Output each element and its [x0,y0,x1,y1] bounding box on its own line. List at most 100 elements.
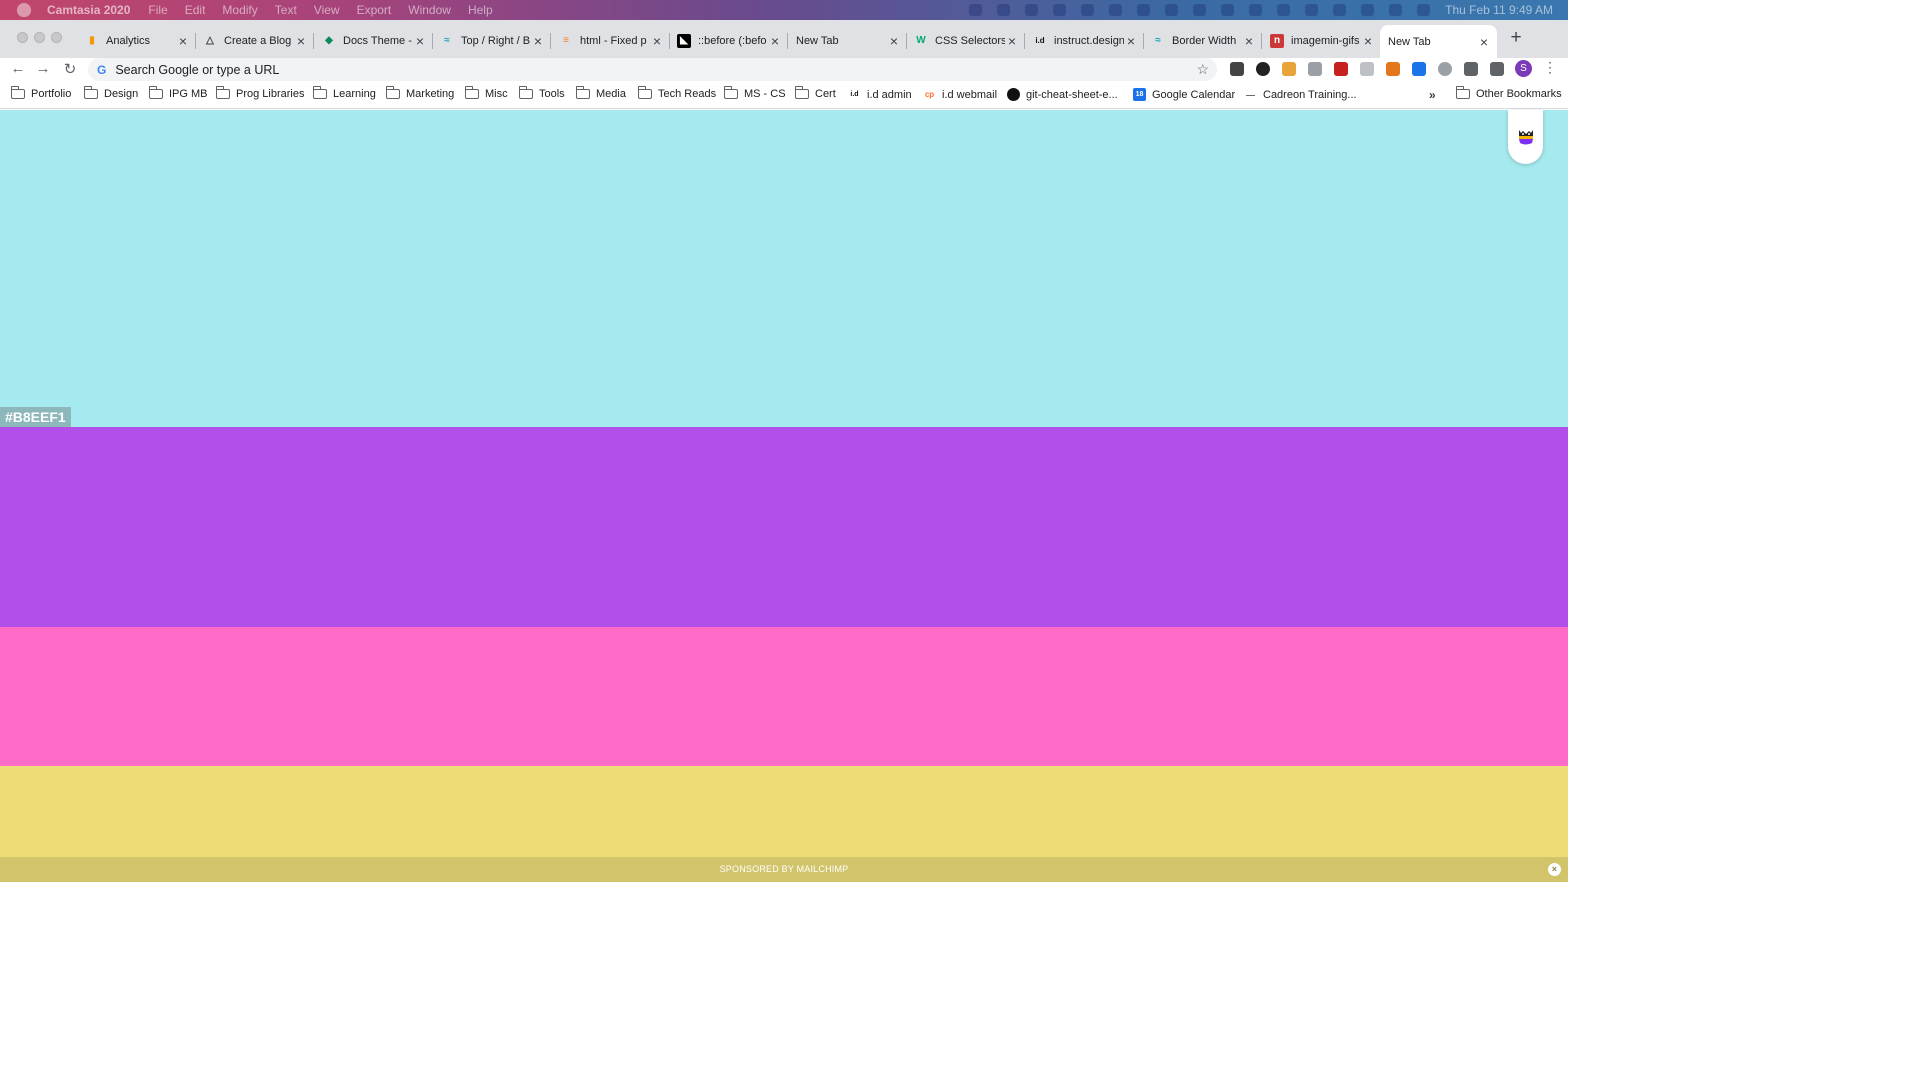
screenshot-extension-icon[interactable] [1360,62,1374,76]
color-stripe-1[interactable] [0,110,1568,427]
color-stripe-3[interactable] [0,627,1568,766]
volume-icon[interactable] [1221,4,1235,16]
bookmark-folder-cert[interactable]: Cert [794,86,836,100]
back-arrow-icon[interactable]: ← [8,60,28,77]
bookmark-folder-prog-libraries[interactable]: Prog Libraries [215,86,304,100]
skype-tray-icon[interactable] [1053,4,1067,16]
bookmark-id-admin[interactable]: i.d i.d admin [848,88,911,101]
menu-edit[interactable]: Edit [185,3,206,17]
address-bar[interactable]: G ☆ [88,58,1217,81]
close-icon[interactable]: × [176,33,190,49]
metamask-extension-icon[interactable] [1386,62,1400,76]
close-icon[interactable]: × [887,33,901,49]
extension-badge[interactable] [1508,110,1543,164]
bookmark-folder-ms-cs[interactable]: MS - CS [723,86,786,100]
bookmark-folder-learning[interactable]: Learning [312,86,376,100]
maximize-window-button[interactable] [51,32,62,43]
vue-devtools-icon[interactable] [1464,62,1478,76]
tab-create-a-blog[interactable]: △ Create a Blog × [197,25,314,56]
menubar-clock[interactable]: Thu Feb 11 9:49 AM [1445,3,1553,17]
tab-instruct-design[interactable]: i.d instruct.design × [1027,25,1144,56]
settings-tray-icon[interactable] [997,4,1011,16]
sponsor-banner[interactable]: SPONSORED BY MAILCHIMP × [0,857,1568,882]
close-icon[interactable]: × [1361,33,1375,49]
siri-icon[interactable] [1417,4,1431,16]
close-icon[interactable]: × [768,33,782,49]
sync-tray-icon[interactable] [1081,4,1095,16]
close-icon[interactable]: × [1005,33,1019,49]
menu-view[interactable]: View [314,3,340,17]
close-icon[interactable]: × [1477,34,1491,50]
close-window-button[interactable] [17,32,28,43]
camtasia-tray-icon[interactable] [969,4,983,16]
tab-top-right[interactable]: ≈ Top / Right / B × [434,25,551,56]
apple-icon[interactable] [17,3,31,17]
bookmarks-overflow-chevron[interactable]: » [1429,88,1436,102]
bookmark-folder-tech-reads[interactable]: Tech Reads [637,86,716,100]
tab-html-fixed[interactable]: ≡ html - Fixed p × [553,25,670,56]
bookmark-cadreon-training[interactable]: — Cadreon Training... [1244,88,1357,101]
profile-avatar[interactable]: S [1515,60,1532,77]
new-tab-button[interactable]: + [1506,27,1526,49]
menu-window[interactable]: Window [408,3,451,17]
menu-export[interactable]: Export [357,3,392,17]
bookmark-git-cheat-sheet[interactable]: git-cheat-sheet-e... [1007,88,1118,101]
close-icon[interactable]: × [413,33,427,49]
other-bookmarks-folder[interactable]: Other Bookmarks [1455,86,1562,100]
hex-code-label[interactable]: #B8EEF1 [0,407,71,427]
puzzle-extensions-icon[interactable] [1490,62,1504,76]
gear-tray-icon[interactable] [1137,4,1151,16]
menu-modify[interactable]: Modify [222,3,257,17]
pdf-extension-icon[interactable] [1334,62,1348,76]
menu-text[interactable]: Text [275,3,297,17]
close-icon[interactable]: × [531,33,545,49]
bluetooth-icon[interactable] [1249,4,1263,16]
bookmark-star-icon[interactable]: ☆ [1196,61,1209,78]
control-center-icon[interactable] [1389,4,1403,16]
translate-extension-icon[interactable] [1412,62,1426,76]
minimize-window-button[interactable] [34,32,45,43]
bookmark-folder-ipg-mb[interactable]: IPG MB [148,86,208,100]
bookmark-folder-design[interactable]: Design [83,86,138,100]
url-input[interactable] [115,62,1197,77]
close-icon[interactable]: × [1242,33,1256,49]
counter-extension-icon[interactable] [1438,62,1452,76]
tab-css-selectors[interactable]: W CSS Selectors × [908,25,1025,56]
tab-before[interactable]: ◣ ::before (:befo × [671,25,788,56]
menu-file[interactable]: File [148,3,167,17]
reload-icon[interactable]: ↻ [60,60,80,78]
app-menu-name[interactable]: Camtasia 2020 [47,3,130,17]
bookmark-google-calendar[interactable]: 18 Google Calendar [1133,88,1235,101]
bookmark-folder-marketing[interactable]: Marketing [385,86,454,100]
menu-help[interactable]: Help [468,3,493,17]
tab-new-tab[interactable]: New Tab × [790,25,907,56]
bookmark-folder-tools[interactable]: Tools [518,86,565,100]
menu-kebab-icon[interactable]: ⋮ [1543,59,1557,76]
grammarly-tray-icon[interactable] [1193,4,1207,16]
forward-arrow-icon[interactable]: → [33,60,53,77]
battery-icon[interactable] [1277,4,1291,16]
bookmark-folder-media[interactable]: Media [575,86,626,100]
wifi-icon[interactable] [1305,4,1319,16]
close-icon[interactable]: × [1548,863,1561,876]
tab-border-width[interactable]: ≈ Border Width × [1145,25,1262,56]
tab-docs-theme[interactable]: ◆ Docs Theme - × [316,25,433,56]
tab-imagemin-gifs[interactable]: n imagemin-gifs × [1264,25,1381,56]
close-icon[interactable]: × [1124,33,1138,49]
script-tray-icon[interactable] [1165,4,1179,16]
bookmark-folder-misc[interactable]: Misc [464,86,508,100]
close-icon[interactable]: × [294,33,308,49]
spotlight-search-icon[interactable] [1333,4,1347,16]
palette-extension-icon[interactable] [1282,62,1296,76]
eyedropper-extension-icon[interactable] [1230,62,1244,76]
dark-mode-extension-icon[interactable] [1256,62,1270,76]
close-icon[interactable]: × [650,33,664,49]
user-tray-icon[interactable] [1361,4,1375,16]
bookmark-folder-portfolio[interactable]: Portfolio [10,86,71,100]
font-extension-icon[interactable] [1308,62,1322,76]
tab-analytics[interactable]: ▮ Analytics × [79,25,196,56]
cloud-tray-icon[interactable] [1025,4,1039,16]
tab-new-tab-active[interactable]: New Tab × [1380,25,1497,58]
bookmark-id-webmail[interactable]: cp i.d webmail [923,88,997,101]
color-stripe-2[interactable] [0,427,1568,627]
